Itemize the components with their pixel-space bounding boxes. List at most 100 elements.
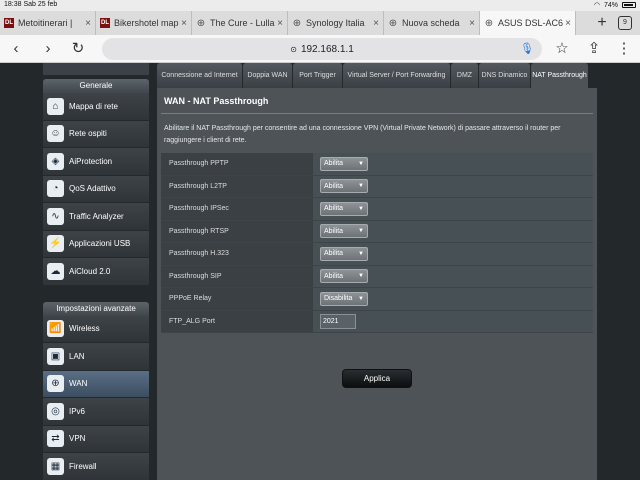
shield-icon: ◈ <box>47 152 64 170</box>
globe-icon: ⊕ <box>196 17 206 29</box>
star-icon[interactable]: ☆ <box>552 39 572 59</box>
pppoe-relay-select[interactable]: Disabilita ▼ <box>320 291 368 306</box>
sidebar-item-guest-network[interactable]: ☺ Rete ospiti <box>43 120 149 148</box>
close-icon[interactable]: × <box>181 18 187 29</box>
setting-row-sip: Passthrough SIP Abilita ▼ <box>161 265 593 288</box>
sidebar-item-qos[interactable]: ◔ QoS Adattivo <box>43 175 149 203</box>
back-icon[interactable]: ‹ <box>6 39 26 59</box>
share-icon[interactable]: ⇪ <box>584 39 604 59</box>
tab-count-button[interactable]: 9 <box>618 16 632 30</box>
tab-dual-wan[interactable]: Doppia WAN <box>243 63 293 88</box>
tab-strip: DL Metoitinerari | × DL Bikershotel map … <box>0 11 640 35</box>
browser-tab[interactable]: DL Metoitinerari | × <box>0 11 96 35</box>
wireless-icon: 📶 <box>47 320 64 338</box>
sidebar-item-wan[interactable]: ⊕ WAN <box>43 370 149 398</box>
tab-internet-connection[interactable]: Connessione ad Internet <box>157 63 243 88</box>
setting-row-h323: Passthrough H.323 Abilita ▼ <box>161 243 593 266</box>
forward-icon[interactable]: › <box>38 39 58 59</box>
sidebar-item-label: Mappa di rete <box>69 101 118 111</box>
sidebar-item-label: WAN <box>69 379 88 389</box>
wan-icon: ⊕ <box>47 375 64 393</box>
tab-dmz[interactable]: DMZ <box>451 63 479 88</box>
globe-icon: ⊕ <box>292 17 302 29</box>
setting-label: Passthrough RTSP <box>161 220 313 242</box>
setting-label: Passthrough SIP <box>161 265 313 287</box>
sidebar-item-aiprotection[interactable]: ◈ AiProtection <box>43 148 149 176</box>
close-icon[interactable]: × <box>373 18 379 29</box>
sidebar-item-label: AiProtection <box>69 156 113 166</box>
tab-title: Bikershotel map <box>114 18 179 28</box>
usb-icon: ⚡ <box>47 235 64 253</box>
tab-virtual-server[interactable]: Virtual Server / Port Forwarding <box>343 63 451 88</box>
browser-tab[interactable]: ⊕ Nuova scheda × <box>384 11 480 35</box>
microphone-icon[interactable]: 🎙 <box>520 42 534 56</box>
firewall-icon: ▦ <box>47 457 64 475</box>
sidebar-item-lan[interactable]: ▣ LAN <box>43 343 149 371</box>
tab-ddns[interactable]: DNS Dinamico <box>479 63 531 88</box>
tab-port-trigger[interactable]: Port Trigger <box>293 63 343 88</box>
tab-nat-passthrough[interactable]: NAT Passthrough <box>531 63 589 88</box>
l2tp-select[interactable]: Abilita ▼ <box>320 179 368 194</box>
vpn-icon: ⇄ <box>47 430 64 448</box>
section-header-advanced: Impostazioni avanzate <box>43 301 149 316</box>
address-bar[interactable]: ⊙ 192.168.1.1 🎙 <box>102 38 542 60</box>
close-icon[interactable]: × <box>277 18 283 29</box>
reload-icon[interactable]: ↻ <box>68 39 88 59</box>
h323-select[interactable]: Abilita ▼ <box>320 246 368 261</box>
tab-title: Metoitinerari | <box>18 18 73 28</box>
setting-row-ipsec: Passthrough IPSec Abilita ▼ <box>161 198 593 221</box>
setting-row-rtsp: Passthrough RTSP Abilita ▼ <box>161 220 593 243</box>
subtab-bar: Connessione ad Internet Doppia WAN Port … <box>157 63 597 88</box>
wifi-icon: ◠ <box>593 2 600 9</box>
sidebar-item-label: Firewall <box>69 461 97 471</box>
close-icon[interactable]: × <box>85 18 91 29</box>
setting-label: Passthrough PPTP <box>161 153 313 175</box>
sidebar-item-label: Rete ospiti <box>69 129 107 139</box>
cloud-icon: ☁ <box>47 262 64 280</box>
sidebar-item-firewall[interactable]: ▦ Firewall <box>43 453 149 480</box>
rtsp-select[interactable]: Abilita ▼ <box>320 224 368 239</box>
browser-tab-active[interactable]: ⊕ ASUS DSL-AC68 × <box>480 11 576 35</box>
router-page: Generale ⌂ Mappa di rete ☺ Rete ospiti ◈… <box>0 63 640 480</box>
page-description: Abilitare il NAT Passthrough per consent… <box>164 125 561 144</box>
ipsec-select[interactable]: Abilita ▼ <box>320 201 368 216</box>
chevron-down-icon: ▼ <box>358 250 364 257</box>
pptp-select[interactable]: Abilita ▼ <box>320 156 368 171</box>
sidebar-item-vpn[interactable]: ⇄ VPN <box>43 425 149 453</box>
sidebar-item-ipv6[interactable]: ◎ IPv6 <box>43 398 149 426</box>
chevron-down-icon: ▼ <box>358 273 364 280</box>
site-info-icon[interactable]: ⊙ <box>290 45 297 54</box>
sidebar-item-wireless[interactable]: 📶 Wireless <box>43 315 149 343</box>
new-tab-button[interactable]: + <box>594 13 610 33</box>
sidebar-item-aicloud[interactable]: ☁ AiCloud 2.0 <box>43 258 149 286</box>
setting-label: Passthrough L2TP <box>161 175 313 197</box>
close-icon[interactable]: × <box>565 18 571 29</box>
sidebar-item-traffic-analyzer[interactable]: ∿ Traffic Analyzer <box>43 203 149 231</box>
setting-row-ftp-alg: FTP_ALG Port 2021 <box>161 310 593 333</box>
setting-row-l2tp: Passthrough L2TP Abilita ▼ <box>161 175 593 198</box>
apply-button[interactable]: Applica <box>342 369 412 388</box>
traffic-analyzer-icon: ∿ <box>47 207 64 225</box>
chevron-down-icon: ▼ <box>358 228 364 235</box>
browser-tab[interactable]: ⊕ The Cure - Lulla × <box>192 11 288 35</box>
qos-icon: ◔ <box>47 180 64 198</box>
sidebar-item-usb-apps[interactable]: ⚡ Applicazioni USB <box>43 230 149 258</box>
setting-row-pppoe-relay: PPPoE Relay Disabilita ▼ <box>161 288 593 311</box>
close-icon[interactable]: × <box>469 18 475 29</box>
section-header-general: Generale <box>43 79 149 93</box>
battery-icon <box>622 2 636 8</box>
setting-row-pptp: Passthrough PPTP Abilita ▼ <box>161 153 593 176</box>
setting-label: Passthrough H.323 <box>161 243 313 265</box>
network-map-icon: ⌂ <box>47 97 64 115</box>
tab-title: The Cure - Lulla <box>210 18 275 28</box>
browser-tab[interactable]: DL Bikershotel map × <box>96 11 192 35</box>
sidebar-item-label: Wireless <box>69 324 100 334</box>
browser-tab[interactable]: ⊕ Synology Italia × <box>288 11 384 35</box>
sidebar-item-label: Traffic Analyzer <box>69 211 124 221</box>
menu-icon[interactable]: ⋮ <box>614 39 634 59</box>
sip-select[interactable]: Abilita ▼ <box>320 269 368 284</box>
nat-passthrough-panel: WAN - NAT Passthrough Abilitare il NAT P… <box>157 88 597 480</box>
site-favicon-icon: DL <box>100 18 110 28</box>
sidebar-item-network-map[interactable]: ⌂ Mappa di rete <box>43 93 149 121</box>
ftp-alg-port-input[interactable]: 2021 <box>320 313 356 329</box>
